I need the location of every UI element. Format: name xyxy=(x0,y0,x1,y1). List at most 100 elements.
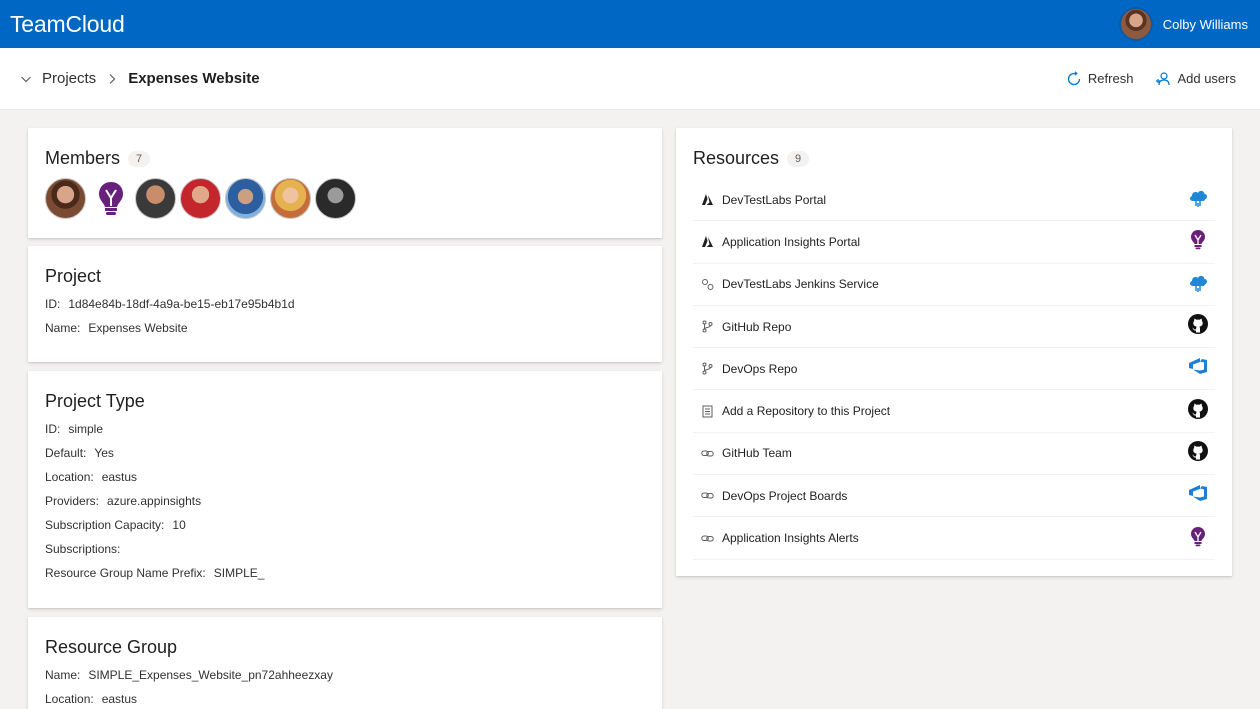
resource-row[interactable]: Add a Repository to this Project xyxy=(693,390,1215,433)
app-title[interactable]: TeamCloud xyxy=(10,11,125,38)
azure-devops-icon xyxy=(1189,485,1207,502)
project-title: Project xyxy=(45,266,102,286)
resource-row-left: DevTestLabs Portal xyxy=(701,193,826,207)
resources-card: Resources 9 DevTestLabs Portal Applicati… xyxy=(676,128,1232,576)
resource-provider xyxy=(1187,440,1209,467)
ptype-location-row: Location: eastus xyxy=(45,470,645,484)
field-key: Default: xyxy=(45,446,87,460)
field-value: eastus xyxy=(101,692,138,706)
project-card: Project ID: 1d84e84b-18df-4a9a-be15-eb17e… xyxy=(28,246,662,362)
resource-label: Add a Repository to this Project xyxy=(722,404,891,419)
field-value: 10 xyxy=(172,518,186,532)
field-key: Location: xyxy=(45,692,94,706)
member-avatar[interactable] xyxy=(180,178,221,219)
resource-row-left: DevTestLabs Jenkins Service xyxy=(701,277,879,291)
resource-row-left: DevOps Repo xyxy=(701,362,797,376)
member-avatar[interactable] xyxy=(270,178,311,219)
resource-group-title: Resource Group xyxy=(45,637,178,657)
chevron-down-icon[interactable] xyxy=(20,73,32,85)
resource-row[interactable]: DevTestLabs Jenkins Service xyxy=(693,264,1215,306)
resource-provider xyxy=(1187,186,1209,213)
appinsights-icon xyxy=(1191,526,1205,546)
user-name[interactable]: Colby Williams xyxy=(1163,17,1248,32)
resource-label: Application Insights Alerts xyxy=(722,531,859,546)
field-key: ID: xyxy=(45,422,61,436)
resource-provider xyxy=(1187,525,1209,552)
resource-row-left: Add a Repository to this Project xyxy=(701,404,890,418)
field-key: Name: xyxy=(45,321,81,335)
appinsights-icon xyxy=(1191,230,1205,250)
field-value: SIMPLE_Expenses_Website_pn72ahheezxay xyxy=(88,668,333,682)
project-fields: ID: 1d84e84b-18df-4a9a-be15-eb17e95b4b1d … xyxy=(45,297,645,335)
add-users-button[interactable]: Add users xyxy=(1155,71,1236,87)
member-avatar[interactable] xyxy=(90,178,131,219)
field-key: Subscriptions: xyxy=(45,542,121,556)
resource-label: DevTestLabs Portal xyxy=(722,192,827,207)
resource-provider xyxy=(1187,271,1209,298)
link-icon xyxy=(701,535,714,542)
resources-title: Resources 9 xyxy=(693,148,1215,169)
resource-row-left: GitHub Repo xyxy=(701,320,791,334)
refresh-label: Refresh xyxy=(1087,71,1134,86)
resource-row[interactable]: DevOps Project Boards xyxy=(693,475,1215,518)
resource-label: Application Insights Portal xyxy=(722,234,861,249)
resource-label: DevOps Repo xyxy=(722,361,798,376)
member-avatar[interactable] xyxy=(225,178,266,219)
resource-row[interactable]: GitHub Team xyxy=(693,433,1215,476)
project-type-fields: ID: simple Default: Yes Location: eastus Pr… xyxy=(45,422,645,580)
user-avatar[interactable] xyxy=(1118,7,1153,41)
field-key: Resource Group Name Prefix: xyxy=(45,566,206,580)
resource-row-left: GitHub Team xyxy=(701,446,792,460)
field-key: Name: xyxy=(45,668,81,682)
refresh-button[interactable]: Refresh xyxy=(1066,70,1134,87)
github-icon xyxy=(1188,314,1208,335)
ptype-capacity-row: Subscription Capacity: 10 xyxy=(45,518,645,532)
field-value: eastus xyxy=(101,470,138,484)
app-header: TeamCloud Colby Williams xyxy=(0,0,1260,48)
field-value: Yes xyxy=(94,446,114,460)
chevron-right-icon xyxy=(109,73,116,84)
branch-icon xyxy=(702,362,713,375)
add-user-icon xyxy=(1156,71,1171,85)
add-users-label: Add users xyxy=(1177,71,1236,86)
breadcrumb-projects[interactable]: Projects xyxy=(42,70,96,87)
branch-icon xyxy=(702,320,713,333)
service-icon xyxy=(702,278,714,290)
resource-row[interactable]: GitHub Repo xyxy=(693,306,1215,349)
member-avatar[interactable] xyxy=(45,178,86,219)
ptype-subscriptions-row: Subscriptions: xyxy=(45,542,645,556)
project-id-row: ID: 1d84e84b-18df-4a9a-be15-eb17e95b4b1d xyxy=(45,297,645,311)
ptype-providers-row: Providers: azure.appinsights xyxy=(45,494,645,508)
member-avatars xyxy=(45,178,645,219)
link-icon xyxy=(701,492,714,499)
members-card: Members 7 xyxy=(28,128,662,238)
resource-row-left: Application Insights Portal xyxy=(701,235,860,249)
link-icon xyxy=(701,450,714,457)
github-icon xyxy=(1188,440,1208,461)
resource-label: GitHub Repo xyxy=(722,319,792,334)
member-avatar[interactable] xyxy=(135,178,176,219)
resource-provider xyxy=(1187,355,1209,382)
members-title: Members 7 xyxy=(45,148,645,169)
ptype-default-row: Default: Yes xyxy=(45,446,645,460)
resource-row-left: DevOps Project Boards xyxy=(701,489,847,503)
project-type-card: Project Type ID: simple Default: Yes Locat… xyxy=(28,371,662,608)
resource-row[interactable]: Application Insights Portal xyxy=(693,221,1215,264)
resources-list: DevTestLabs Portal Application Insights … xyxy=(693,179,1215,560)
resource-row[interactable]: DevOps Repo xyxy=(693,348,1215,391)
refresh-icon xyxy=(1067,70,1081,85)
project-name-row: Name: Expenses Website xyxy=(45,321,645,335)
user-menu[interactable]: Colby Williams xyxy=(1118,7,1248,41)
members-count-badge: 7 xyxy=(128,150,151,167)
resource-row[interactable]: Application Insights Alerts xyxy=(693,517,1215,560)
members-heading: Members xyxy=(45,148,121,168)
field-key: Subscription Capacity: xyxy=(45,518,165,532)
field-value: SIMPLE_ xyxy=(213,566,265,580)
azure-icon xyxy=(702,236,713,248)
rg-name-row: Name: SIMPLE_Expenses_Website_pn72ahheezx… xyxy=(45,668,645,682)
member-avatar[interactable] xyxy=(315,178,356,219)
resource-row[interactable]: DevTestLabs Portal xyxy=(693,179,1215,222)
breadcrumb: Projects Expenses Website xyxy=(20,70,260,87)
field-value: Expenses Website xyxy=(88,321,188,335)
field-value: 1d84e84b-18df-4a9a-be15-eb17e95b4b1d xyxy=(68,297,295,311)
